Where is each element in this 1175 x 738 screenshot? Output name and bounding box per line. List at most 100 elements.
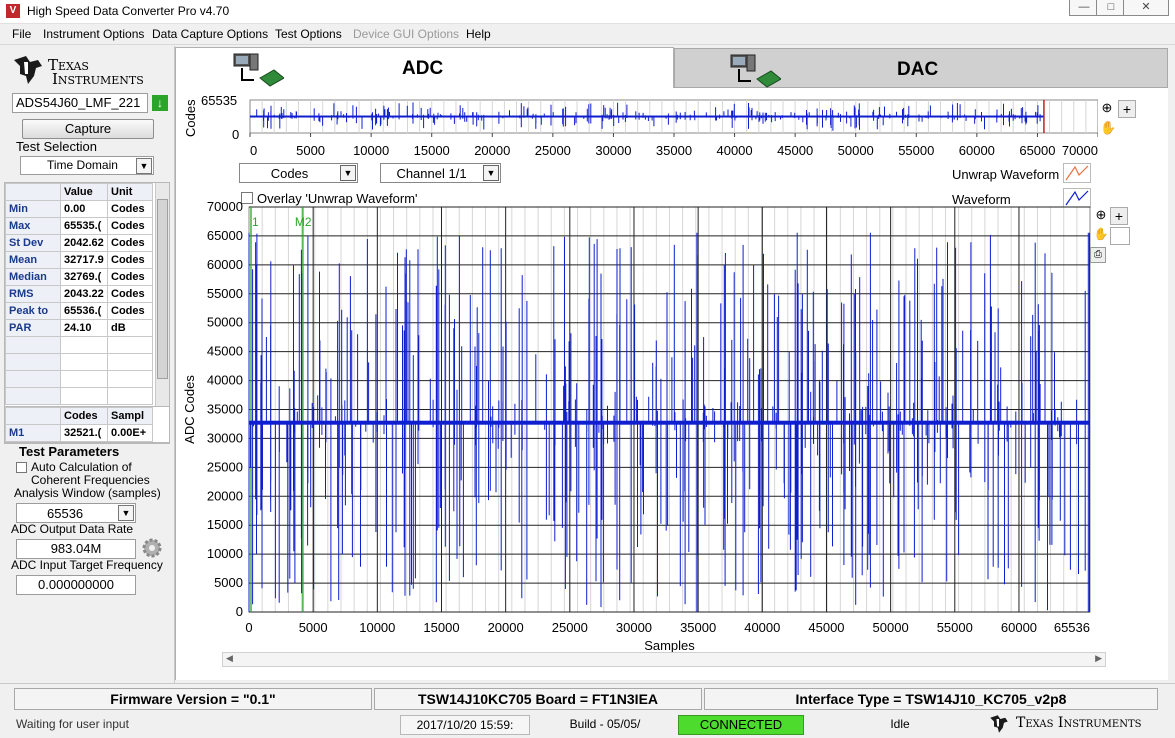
stats-unit: Codes [107,302,153,320]
units-dropdown[interactable]: Codes ▼ [239,163,358,183]
menu-instrument-options[interactable]: Instrument Options [43,27,144,41]
minimize-button[interactable]: — [1069,0,1099,16]
crosshair-icon[interactable]: + [1118,100,1136,118]
download-arrow-icon[interactable]: ↓ [152,95,168,111]
stats-unit: Codes [107,200,153,218]
legend-unwrap-label: Unwrap Waveform [952,167,1060,182]
auto-calc-checkbox[interactable] [16,462,27,473]
units-value: Codes [270,166,309,181]
stats-scroll-thumb[interactable] [157,199,168,379]
auto-calc-label-1: Auto Calculation of [31,460,132,474]
menu-file[interactable]: File [12,27,31,41]
stats-row: PAR 24.10 dB [5,319,153,337]
menu-device-gui-options: Device GUI Options [353,27,460,41]
main-chart[interactable]: 7000065000600005500050000450004000035000… [180,198,1110,654]
maximize-button[interactable]: □ [1096,0,1126,16]
stats-empty-cell [60,336,108,354]
stats-row: St Dev 2042.62 Codes [5,234,153,252]
menu-help[interactable]: Help [466,27,491,41]
overview-chart[interactable]: 0 5000 10000 15000 20000 25000 30000 35000 40000… [248,98,1098,162]
tab-dac[interactable]: DAC [674,48,1168,88]
y-tick-label: 15000 [207,517,243,532]
pan-hand-icon[interactable]: ✋ [1100,120,1116,136]
test-selection-dropdown[interactable]: Time Domain ▼ [20,156,154,175]
markers-header-blank [5,407,61,425]
tab-dac-label: DAC [897,59,939,80]
channel-value: Channel 1/1 [396,166,467,181]
crosshair-icon[interactable]: + [1110,207,1128,225]
cursor-mode-box[interactable] [1110,227,1130,245]
main-zoom-tools: ⊕ + ✋ [1090,207,1130,245]
tab-adc-label: ADC [402,58,444,79]
stats-label: Min [5,200,61,218]
zoom-icon[interactable]: ⊕ [1092,207,1110,225]
markers-header-codes: Codes [60,407,108,425]
scroll-left-arrow-icon[interactable]: ◀ [226,653,233,664]
menu-data-capture-options[interactable]: Data Capture Options [152,27,268,41]
y-tick-label: 25000 [207,459,243,474]
x-tick-label: 50000 [873,620,909,635]
stats-empty-cell [5,336,61,354]
chart-horizontal-scrollbar[interactable]: ◀ ▶ [222,652,1106,667]
test-selection-value: Time Domain [47,158,118,172]
stats-empty-cell [107,336,153,354]
test-selection-label: Test Selection [16,139,97,154]
stats-label: Max [5,217,61,235]
overview-x-tick-label: 20000 [474,143,510,158]
zoom-icon[interactable]: ⊕ [1098,100,1116,118]
stats-scrollbar[interactable] [155,183,169,443]
gear-icon[interactable] [140,536,164,560]
stats-unit: Codes [107,217,153,235]
stats-unit: Codes [107,285,153,303]
tab-adc[interactable]: ADC [175,47,674,88]
y-tick-label: 40000 [207,373,243,388]
close-button[interactable]: ✕ [1123,0,1169,16]
pan-hand-icon[interactable]: ✋ [1092,227,1110,243]
overview-x-tick-label: 0 [250,143,257,158]
stats-value: 0.00 [60,200,108,218]
dac-computer-board-icon [730,54,781,88]
x-tick-label: 30000 [616,620,652,635]
y-tick-label: 20000 [207,488,243,503]
overview-zoom-tools: ⊕ + [1098,100,1136,118]
auto-calc-label-2: Coherent Frequencies [31,473,150,487]
x-tick-label: 60000 [1001,620,1037,635]
stats-value: 65536.( [60,302,108,320]
target-freq-field[interactable]: 0.000000000 [16,575,136,595]
analysis-window-label: Analysis Window (samples) [14,486,161,500]
stats-empty-row [5,353,153,371]
scroll-right-arrow-icon[interactable]: ▶ [1095,653,1102,664]
legend-unwrap-swatch[interactable] [1063,163,1091,183]
stats-unit: Codes [107,234,153,252]
y-tick-label: 35000 [207,402,243,417]
capture-button[interactable]: Capture [22,119,154,139]
stats-unit: Codes [107,251,153,269]
output-rate-field[interactable]: 983.04M [16,539,136,559]
overview-ytick-min: 0 [232,127,240,142]
overview-ylabel: Codes [183,99,198,137]
x-tick-label: 5000 [299,620,328,635]
x-axis-label: Samples [644,638,695,653]
analysis-window-dropdown[interactable]: 65536 ▼ [16,503,136,523]
overview-x-tick-label: 45000 [777,143,813,158]
markers-header-samples: Sampl [107,407,153,425]
print-icon[interactable]: ⎙ [1090,247,1106,263]
stats-header-blank [5,183,61,201]
y-tick-label: 5000 [214,575,243,590]
channel-dropdown[interactable]: Channel 1/1 ▼ [380,163,501,183]
overview-x-tick-label: 50000 [838,143,874,158]
stats-unit: Codes [107,268,153,286]
stats-value: 32769.( [60,268,108,286]
marker-label: M2 [295,215,312,229]
x-tick-label: 65536 [1054,620,1090,635]
stats-label: PAR [5,319,61,337]
menu-test-options[interactable]: Test Options [275,27,342,41]
menu-bar: File Instrument Options Data Capture Opt… [0,24,1175,45]
stats-label: St Dev [5,234,61,252]
interface-type: Interface Type = TSW14J10_KC705_v2p8 [704,688,1158,710]
stats-row: Max 65535.(Codes [5,217,153,235]
logo-text-instruments: Instruments [52,70,144,88]
device-select[interactable]: ADS54J60_LMF_221 [12,93,148,113]
chevron-down-icon: ▼ [340,165,356,181]
y-tick-label: 0 [236,604,243,619]
